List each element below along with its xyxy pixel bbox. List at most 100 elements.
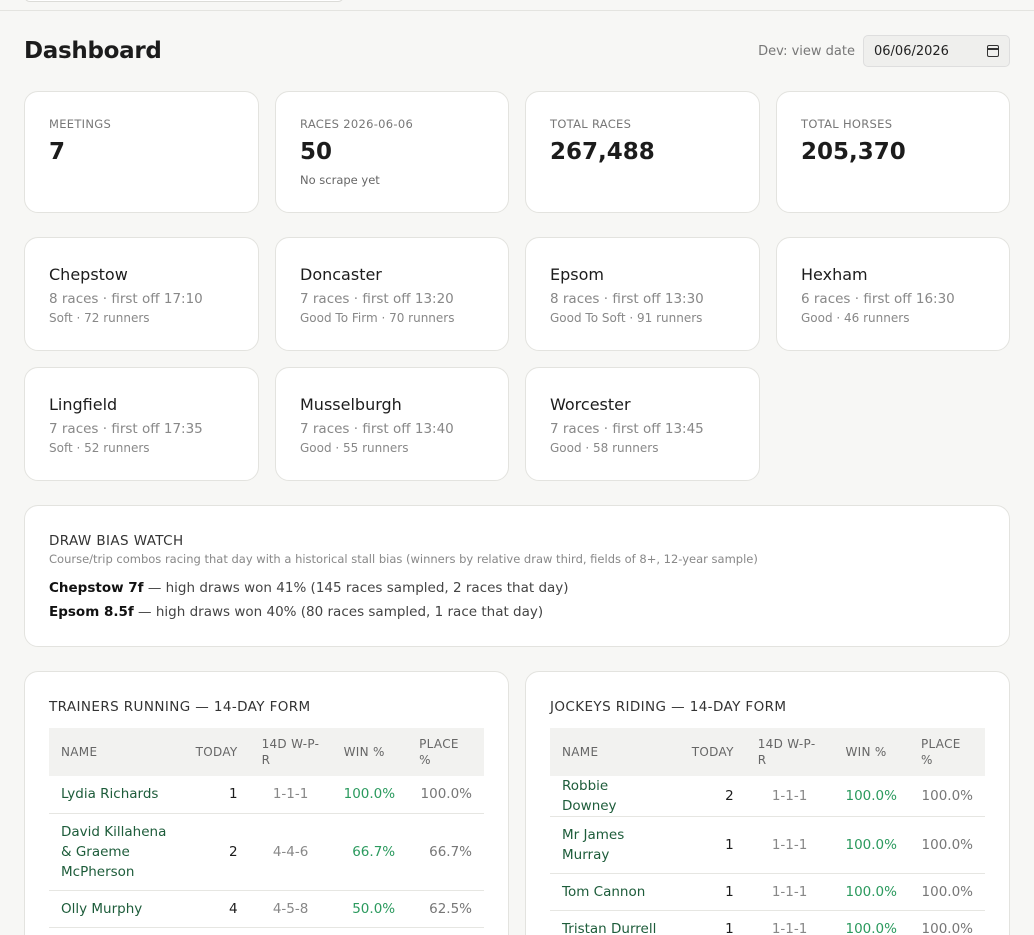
calendar-icon[interactable] xyxy=(987,45,999,57)
meeting-card-lingfield[interactable]: Lingfield 7 races · first off 17:35 Soft… xyxy=(24,367,259,481)
trainer-name[interactable]: Olly Murphy xyxy=(49,890,184,928)
place-pct: 100.0% xyxy=(908,776,985,817)
col-name[interactable]: NAME xyxy=(550,728,678,776)
draw-bias-description: Course/trip combos racing that day with … xyxy=(49,552,758,566)
meeting-summary: 8 races · first off 13:30 xyxy=(550,291,704,307)
today-count: 1 xyxy=(677,873,746,911)
meeting-going: Soft · 72 runners xyxy=(49,311,150,325)
wpr-value: 1-1-1 xyxy=(249,776,332,814)
today-count: 1 xyxy=(183,776,250,814)
today-count: 2 xyxy=(677,776,746,817)
meeting-summary: 7 races · first off 13:40 xyxy=(300,421,454,437)
meeting-summary: 7 races · first off 13:20 xyxy=(300,291,454,307)
win-pct: 66.7% xyxy=(331,813,408,891)
table-row[interactable]: Olly Murphy 4 4-5-8 50.0% 62.5% xyxy=(49,890,484,928)
trainers-card: TRAINERS RUNNING — 14-DAY FORM NAME TODA… xyxy=(24,671,509,935)
trainer-name[interactable]: Lydia Richards xyxy=(49,776,184,814)
meeting-name: Chepstow xyxy=(49,265,128,284)
today-count: 2 xyxy=(183,813,250,891)
wpr-value: 1-1-1 xyxy=(745,776,834,817)
stat-label: RACES 2026-06-06 xyxy=(300,117,414,131)
table-row[interactable]: Tom Cannon 1 1-1-1 100.0% 100.0% xyxy=(550,873,985,911)
col-win[interactable]: WIN % xyxy=(332,728,407,776)
meeting-card-epsom[interactable]: Epsom 8 races · first off 13:30 Good To … xyxy=(525,237,760,351)
wpr-value: 4-5-8 xyxy=(249,890,332,928)
win-pct: 50.0% xyxy=(331,890,408,928)
jockey-name[interactable]: Tom Cannon xyxy=(550,873,678,911)
stat-card-races-today: RACES 2026-06-06 50 No scrape yet xyxy=(275,91,509,213)
stat-card-meetings: MEETINGS 7 xyxy=(24,91,259,213)
col-today[interactable]: TODAY xyxy=(678,728,746,776)
win-pct: 100.0% xyxy=(833,776,909,817)
meeting-summary: 7 races · first off 17:35 xyxy=(49,421,203,437)
col-today[interactable]: TODAY xyxy=(184,728,250,776)
table-row[interactable]: Robbie Downey 2 1-1-1 100.0% 100.0% xyxy=(550,776,985,817)
place-pct: 100.0% xyxy=(908,816,985,874)
draw-bias-course: Epsom 8.5f xyxy=(49,604,134,620)
meeting-card-worcester[interactable]: Worcester 7 races · first off 13:45 Good… xyxy=(525,367,760,481)
stat-value: 267,488 xyxy=(550,139,655,165)
draw-bias-card: DRAW BIAS WATCH Course/trip combos racin… xyxy=(24,505,1010,647)
meeting-card-hexham[interactable]: Hexham 6 races · first off 16:30 Good · … xyxy=(776,237,1010,351)
meeting-name: Hexham xyxy=(801,265,868,284)
col-place[interactable]: PLACE % xyxy=(407,728,484,776)
col-name[interactable]: NAME xyxy=(49,728,184,776)
meeting-going: Good · 55 runners xyxy=(300,441,409,455)
stat-label: TOTAL HORSES xyxy=(801,117,893,131)
meeting-going: Soft · 52 runners xyxy=(49,441,150,455)
meeting-summary: 8 races · first off 17:10 xyxy=(49,291,203,307)
stat-sub: No scrape yet xyxy=(300,173,380,187)
search-input[interactable] xyxy=(24,0,344,2)
jockeys-table: NAME TODAY 14D W-P-R WIN % PLACE % Robbi… xyxy=(550,728,985,935)
table-row[interactable]: Mr James Murray 1 1-1-1 100.0% 100.0% xyxy=(550,816,985,874)
draw-bias-course: Chepstow 7f xyxy=(49,580,144,596)
stat-card-total-horses: TOTAL HORSES 205,370 xyxy=(776,91,1010,213)
jockey-name[interactable]: Robbie Downey xyxy=(550,776,678,817)
stat-label: TOTAL RACES xyxy=(550,117,632,131)
wpr-value: 4-4-6 xyxy=(249,813,332,891)
top-bar xyxy=(0,0,1034,11)
date-control: Dev: view date 06/06/2026 xyxy=(758,35,1010,67)
meeting-going: Good · 58 runners xyxy=(550,441,659,455)
today-count: 1 xyxy=(677,816,746,874)
col-win[interactable]: WIN % xyxy=(834,728,909,776)
jockeys-title: JOCKEYS RIDING — 14-DAY FORM xyxy=(550,699,787,715)
meeting-name: Lingfield xyxy=(49,395,118,414)
meeting-name: Worcester xyxy=(550,395,631,414)
meeting-going: Good · 46 runners xyxy=(801,311,910,325)
win-pct: 100.0% xyxy=(833,816,909,874)
draw-bias-detail: — high draws won 41% (145 races sampled,… xyxy=(143,580,569,596)
meeting-going: Good To Firm · 70 runners xyxy=(300,311,455,325)
trainer-name[interactable]: David Killahena & Graeme McPherson xyxy=(49,813,184,891)
meeting-card-musselburgh[interactable]: Musselburgh 7 races · first off 13:40 Go… xyxy=(275,367,509,481)
jockey-name[interactable]: Mr James Murray xyxy=(550,816,678,874)
table-row[interactable]: David Killahena & Graeme McPherson 2 4-4… xyxy=(49,813,484,891)
place-pct: 62.5% xyxy=(407,890,484,928)
draw-bias-detail: — high draws won 40% (80 races sampled, … xyxy=(133,604,544,620)
today-count: 4 xyxy=(183,890,250,928)
table-row[interactable]: Tristan Durrell 1 1-1-1 100.0% 100.0% xyxy=(550,910,985,935)
page-title: Dashboard xyxy=(24,38,162,64)
stat-label: MEETINGS xyxy=(49,117,112,131)
meeting-card-chepstow[interactable]: Chepstow 8 races · first off 17:10 Soft … xyxy=(24,237,259,351)
place-pct: 66.7% xyxy=(407,813,484,891)
meeting-summary: 6 races · first off 16:30 xyxy=(801,291,955,307)
wpr-value: 1-1-1 xyxy=(745,816,834,874)
place-pct: 100.0% xyxy=(908,910,985,935)
win-pct: 100.0% xyxy=(833,873,909,911)
page-header: Dashboard Dev: view date 06/06/2026 xyxy=(24,34,1010,68)
draw-bias-title: DRAW BIAS WATCH xyxy=(49,533,184,549)
trainers-title: TRAINERS RUNNING — 14-DAY FORM xyxy=(49,699,311,715)
stat-value: 50 xyxy=(300,139,333,165)
draw-bias-row: Chepstow 7f — high draws won 41% (145 ra… xyxy=(49,580,569,596)
meeting-card-doncaster[interactable]: Doncaster 7 races · first off 13:20 Good… xyxy=(275,237,509,351)
table-header-row: NAME TODAY 14D W-P-R WIN % PLACE % xyxy=(49,728,484,776)
table-row[interactable]: Lydia Richards 1 1-1-1 100.0% 100.0% xyxy=(49,776,484,814)
jockey-name[interactable]: Tristan Durrell xyxy=(550,910,678,935)
col-place[interactable]: PLACE % xyxy=(909,728,985,776)
draw-bias-row: Epsom 8.5f — high draws won 40% (80 race… xyxy=(49,604,543,620)
col-wpr[interactable]: 14D W-P-R xyxy=(250,728,332,776)
date-value: 06/06/2026 xyxy=(874,43,949,59)
date-input[interactable]: 06/06/2026 xyxy=(863,35,1010,67)
col-wpr[interactable]: 14D W-P-R xyxy=(746,728,834,776)
